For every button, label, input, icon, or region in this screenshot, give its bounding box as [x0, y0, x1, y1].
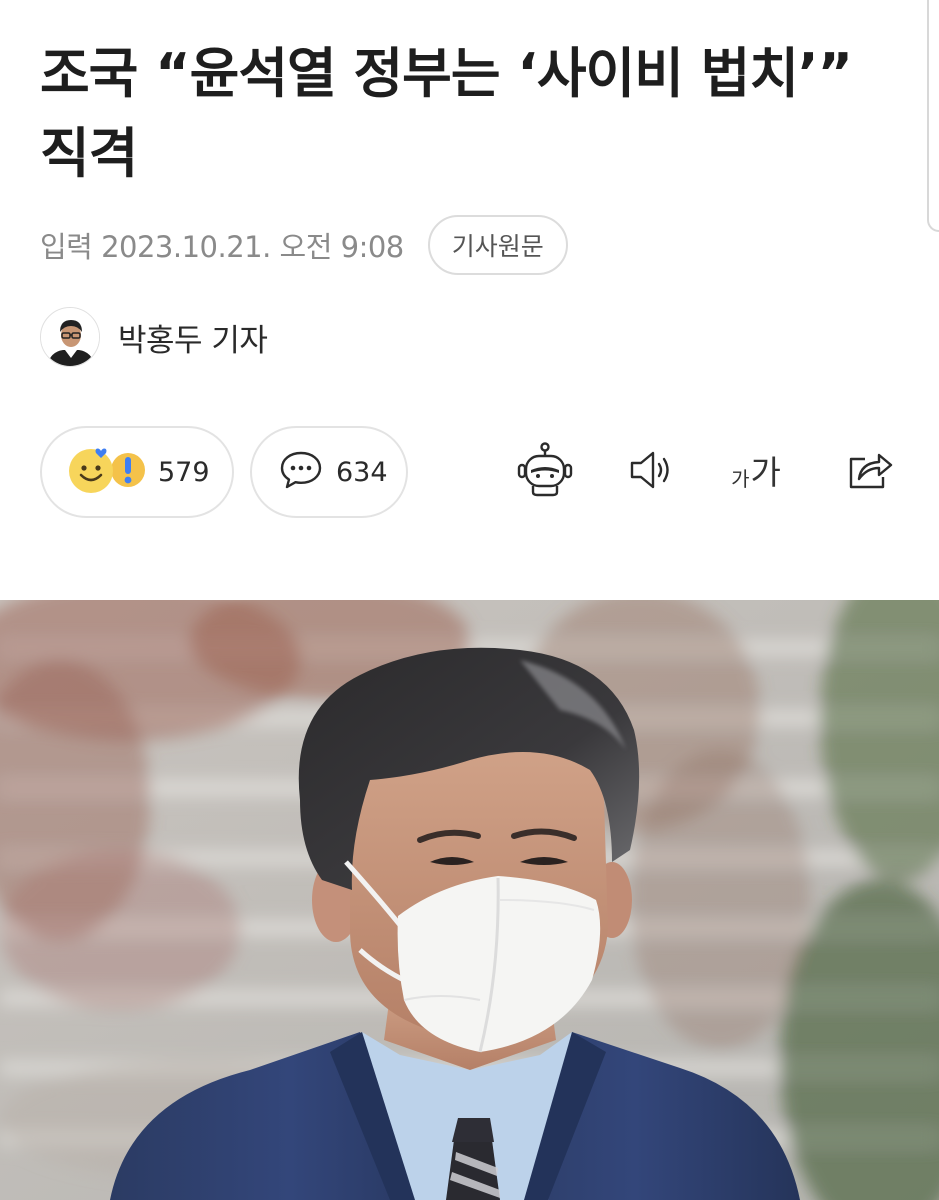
scroll-indicator	[927, 0, 939, 232]
share-icon	[843, 445, 897, 499]
speech-bubble-icon	[278, 449, 324, 495]
article-meta: 입력 2023.10.21. 오전 9:08 기사원문	[40, 214, 568, 276]
reaction-count: 579	[158, 456, 210, 488]
comment-count: 634	[336, 456, 388, 488]
author-name: 박홍두 기자	[118, 322, 268, 359]
comment-button[interactable]: 634	[250, 426, 408, 518]
font-size-icon: 가 가	[731, 456, 781, 489]
author-avatar	[40, 307, 100, 367]
font-size-button[interactable]: 가 가	[724, 440, 788, 504]
smiley-reaction-icon	[66, 445, 146, 499]
publish-date: 입력 2023.10.21. 오전 9:08	[40, 230, 404, 264]
reaction-button[interactable]: 579	[40, 426, 234, 518]
author-byline[interactable]: 박홍두 기자	[40, 306, 268, 368]
font-size-small-label: 가	[731, 466, 750, 491]
speaker-icon	[624, 445, 680, 499]
article-page: 조국 “윤석열 정부는 ‘사이비 법치’” 직격 입력 2023.10.21. …	[0, 0, 939, 1200]
robot-icon	[515, 440, 575, 504]
text-to-speech-button[interactable]	[620, 440, 684, 504]
summary-bot-button[interactable]	[513, 440, 577, 504]
original-article-button[interactable]: 기사원문	[427, 215, 568, 275]
share-button[interactable]	[838, 440, 902, 504]
article-photo	[0, 600, 939, 1200]
article-headline: 조국 “윤석열 정부는 ‘사이비 법치’” 직격	[40, 42, 853, 185]
font-size-large-label: 가	[750, 452, 781, 492]
